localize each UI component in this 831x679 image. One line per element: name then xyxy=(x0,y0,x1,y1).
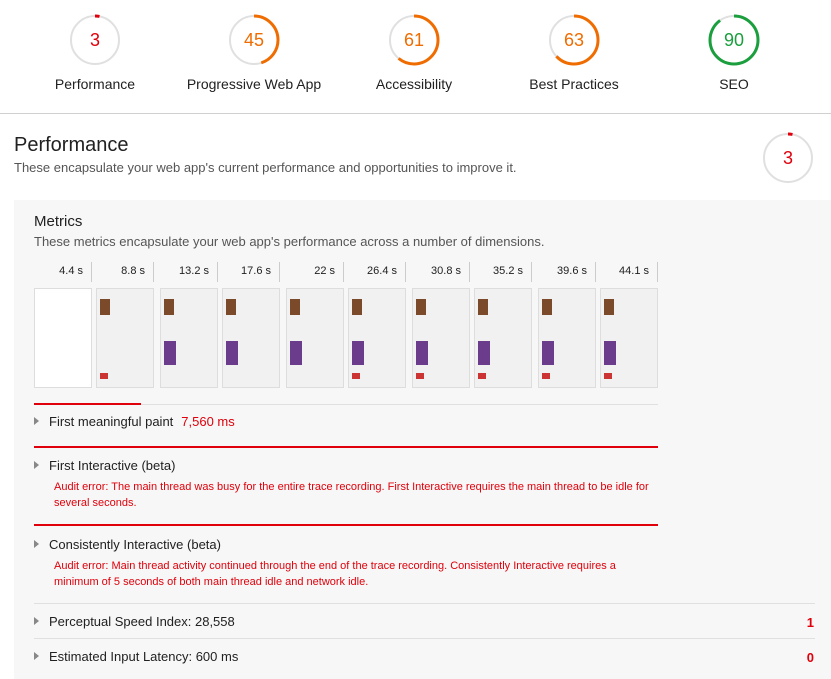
frame-thumbnail xyxy=(96,288,154,388)
frame-thumbnail xyxy=(600,288,658,388)
frame-thumbnail xyxy=(474,288,532,388)
score-gauge: 90 xyxy=(708,14,760,66)
score-performance[interactable]: 3 Performance xyxy=(15,14,175,92)
audit-score: 1 xyxy=(806,615,814,630)
frame-thumbnail xyxy=(34,288,92,388)
fmp-progress-bar xyxy=(34,403,141,405)
score-label: Progressive Web App xyxy=(186,76,322,92)
filmstrip-frame: 44.1 s xyxy=(600,262,658,388)
divider xyxy=(34,603,815,604)
frame-time: 35.2 s xyxy=(474,262,532,282)
performance-description: These encapsulate your web app's current… xyxy=(14,160,517,175)
expand-arrow-icon[interactable] xyxy=(34,461,39,469)
performance-title: Performance xyxy=(14,134,129,156)
score-label: Best Practices xyxy=(529,76,619,92)
frame-thumbnail xyxy=(222,288,280,388)
error-bar xyxy=(34,446,658,448)
audit-error-text: Audit error: The main thread was busy fo… xyxy=(54,481,649,509)
score-label: Accessibility xyxy=(375,76,453,92)
score-value: 3 xyxy=(89,30,100,50)
metrics-description: These metrics encapsulate your web app's… xyxy=(34,234,545,249)
filmstrip-frame: 13.2 s xyxy=(160,262,218,388)
performance-score-gauge: 3 xyxy=(762,132,814,184)
score-gauge: 63 xyxy=(548,14,600,66)
score-value: 90 xyxy=(723,30,745,50)
filmstrip-frame: 22 s xyxy=(286,262,344,388)
audit-estimated-input-latency[interactable]: Estimated Input Latency: 600 ms xyxy=(34,649,658,664)
expand-arrow-icon[interactable] xyxy=(34,652,39,660)
frame-thumbnail xyxy=(286,288,344,388)
score-seo[interactable]: 90 SEO xyxy=(654,14,814,92)
audit-label: Estimated Input Latency: 600 ms xyxy=(49,649,239,664)
score-label: SEO xyxy=(719,76,749,92)
audit-label: First meaningful paint xyxy=(49,414,174,429)
frame-time: 17.6 s xyxy=(222,262,280,282)
score-gauge: 45 xyxy=(228,14,280,66)
score-value: 63 xyxy=(563,30,585,50)
performance-score-value: 3 xyxy=(782,148,793,168)
audit-consistently-interactive[interactable]: Consistently Interactive (beta) Audit er… xyxy=(34,537,658,590)
frame-thumbnail xyxy=(160,288,218,388)
filmstrip-frame: 30.8 s xyxy=(412,262,470,388)
filmstrip-frame: 17.6 s xyxy=(222,262,280,388)
frame-time: 13.2 s xyxy=(160,262,218,282)
score-value: 45 xyxy=(243,30,265,50)
frame-thumbnail xyxy=(538,288,596,388)
expand-arrow-icon[interactable] xyxy=(34,417,39,425)
audit-label: Perceptual Speed Index: 28,558 xyxy=(49,614,235,629)
audit-error-text: Audit error: Main thread activity contin… xyxy=(54,560,616,588)
filmstrip: 4.4 s 8.8 s 13.2 s 17.6 s 22 s 26.4 s 30… xyxy=(34,262,658,392)
divider xyxy=(34,638,815,639)
score-pwa[interactable]: 45 Progressive Web App xyxy=(174,14,334,92)
frame-time: 30.8 s xyxy=(412,262,470,282)
filmstrip-frame: 39.6 s xyxy=(538,262,596,388)
metrics-title: Metrics xyxy=(34,213,83,230)
audit-label: Consistently Interactive (beta) xyxy=(49,537,221,552)
filmstrip-frame: 26.4 s xyxy=(348,262,406,388)
frame-time: 4.4 s xyxy=(34,262,92,282)
frame-thumbnail xyxy=(348,288,406,388)
filmstrip-frame: 4.4 s xyxy=(34,262,92,388)
frame-time: 39.6 s xyxy=(538,262,596,282)
expand-arrow-icon[interactable] xyxy=(34,617,39,625)
frame-time: 44.1 s xyxy=(600,262,658,282)
score-gauge: 3 xyxy=(69,14,121,66)
filmstrip-frame: 35.2 s xyxy=(474,262,532,388)
frame-thumbnail xyxy=(412,288,470,388)
audit-first-meaningful-paint[interactable]: First meaningful paint 7,560 ms xyxy=(34,414,658,429)
score-accessibility[interactable]: 61 Accessibility xyxy=(334,14,494,92)
audit-perceptual-speed-index[interactable]: Perceptual Speed Index: 28,558 xyxy=(34,614,658,629)
error-bar xyxy=(34,524,658,526)
audit-first-interactive[interactable]: First Interactive (beta) Audit error: Th… xyxy=(34,458,658,511)
frame-time: 26.4 s xyxy=(348,262,406,282)
audit-value: 7,560 ms xyxy=(181,414,235,429)
expand-arrow-icon[interactable] xyxy=(34,540,39,548)
score-gauge: 61 xyxy=(388,14,440,66)
score-label: Performance xyxy=(54,76,136,92)
filmstrip-frame: 8.8 s xyxy=(96,262,154,388)
score-best-practices[interactable]: 63 Best Practices xyxy=(494,14,654,92)
frame-time: 22 s xyxy=(286,262,344,282)
audit-label: First Interactive (beta) xyxy=(49,458,176,473)
score-summary-bar: 3 Performance 45 Progressive Web App 61 … xyxy=(0,0,831,114)
frame-time: 8.8 s xyxy=(96,262,154,282)
audit-score: 0 xyxy=(806,650,814,665)
score-value: 61 xyxy=(403,30,425,50)
